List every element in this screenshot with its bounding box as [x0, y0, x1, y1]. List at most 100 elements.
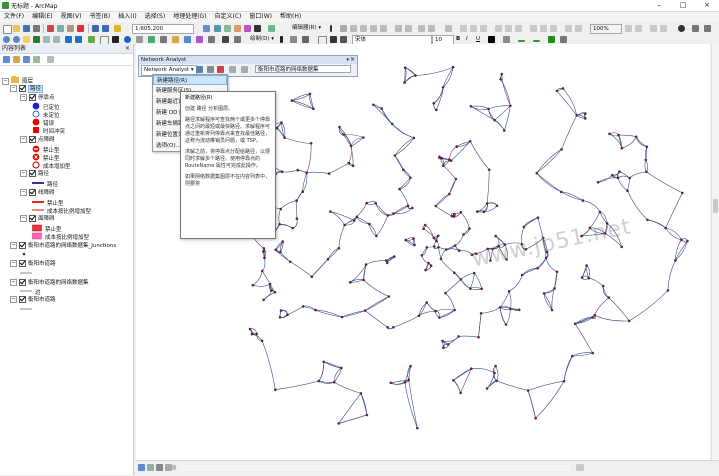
pause-drawing-icon[interactable]	[165, 464, 172, 471]
layout-icon-4[interactable]	[495, 25, 502, 32]
point-icon[interactable]	[380, 25, 387, 32]
cut-icon[interactable]	[47, 25, 54, 32]
expand-collapse-icon[interactable]: −	[2, 78, 9, 85]
save-icon[interactable]	[23, 25, 30, 32]
close-window-button[interactable]: ×	[696, 0, 718, 11]
toolbar2-icon-b[interactable]	[560, 36, 567, 43]
layout-icon-12[interactable]	[625, 25, 632, 32]
toc-close-icon[interactable]: ×	[125, 44, 130, 53]
fixed-zoom-out-icon[interactable]	[53, 36, 60, 43]
menu-selection[interactable]: 选择(S)	[141, 12, 170, 22]
menu-edit[interactable]: 编辑(E)	[28, 12, 56, 22]
measure-icon[interactable]	[160, 36, 167, 43]
menu-geoprocessing[interactable]: 地理处理(G)	[169, 12, 210, 22]
menu-file[interactable]: 文件(F)	[0, 12, 28, 22]
rectangle-tool-icon[interactable]	[302, 36, 309, 43]
bold-button[interactable]: B	[456, 35, 460, 44]
catalog-window-icon[interactable]	[224, 25, 231, 32]
vertical-scroll-thumb[interactable]	[713, 199, 718, 213]
time-slider-icon[interactable]	[196, 36, 203, 43]
create-features-icon[interactable]	[445, 25, 452, 32]
expand-collapse-icon[interactable]: −	[20, 189, 27, 196]
color-picker-icon[interactable]	[548, 36, 555, 43]
toc-layer-item[interactable]: −衡阳市道路的网络数据集_Junctions	[10, 242, 116, 250]
edit-tool-icon[interactable]	[330, 25, 332, 32]
menu-customize[interactable]: 自定义(C)	[211, 12, 246, 22]
expand-collapse-icon[interactable]: −	[20, 215, 27, 222]
network-analyst-pin-icon[interactable]: ▾	[346, 56, 349, 64]
layer-visibility-checkbox[interactable]	[29, 94, 36, 101]
layer-visibility-checkbox[interactable]	[29, 136, 36, 143]
layout-icon-3[interactable]	[480, 25, 487, 32]
straight-segment-icon[interactable]	[350, 25, 357, 32]
network-dataset-dropdown[interactable]: 衡阳市道路的网络数据集	[255, 65, 351, 73]
layout-icon-13[interactable]	[635, 25, 642, 32]
layout-icon-5[interactable]	[505, 25, 512, 32]
hyperlink-icon[interactable]	[172, 36, 179, 43]
layer-visibility-checkbox[interactable]	[29, 170, 36, 177]
full-extent-icon[interactable]	[33, 36, 40, 43]
toolbar2-icon-a[interactable]	[234, 36, 241, 43]
expand-collapse-icon[interactable]: −	[10, 242, 17, 249]
paste-icon[interactable]	[67, 25, 74, 32]
list-by-source-icon[interactable]	[13, 56, 20, 63]
layout-view-icon[interactable]	[147, 464, 154, 471]
split-tool-icon[interactable]	[395, 25, 402, 32]
modelbuilder-icon[interactable]	[268, 25, 275, 32]
edit-annotation-icon[interactable]	[340, 25, 347, 32]
toolbar-icon-end-1[interactable]	[692, 25, 699, 32]
editor-toolbar-icon[interactable]	[203, 25, 210, 32]
back-extent-icon[interactable]	[65, 36, 72, 43]
toc-layer-item[interactable]: −点障碍	[20, 136, 55, 144]
rotate-tool-icon[interactable]	[405, 25, 412, 32]
text-tool-dropdown-icon[interactable]	[340, 36, 347, 43]
layout-icon-11[interactable]	[575, 25, 582, 32]
layout-icon-6[interactable]	[515, 25, 522, 32]
expand-collapse-icon[interactable]: −	[20, 170, 27, 177]
directions-icon[interactable]	[241, 66, 248, 73]
copy-icon[interactable]	[57, 25, 64, 32]
delete-icon[interactable]	[77, 25, 84, 32]
viewer-window-icon[interactable]	[208, 36, 215, 43]
toc-layer-item[interactable]: −路径	[20, 170, 49, 178]
layout-icon-2[interactable]	[470, 25, 477, 32]
zoom-percent-dropdown[interactable]: 100%	[590, 24, 622, 34]
layout-icon-14[interactable]	[650, 25, 657, 32]
options-icon[interactable]	[47, 56, 54, 63]
menu-insert[interactable]: 插入(I)	[114, 12, 140, 22]
toc-window-icon[interactable]	[214, 25, 221, 32]
layer-visibility-checkbox[interactable]	[19, 260, 26, 267]
map-vertical-scrollbar[interactable]	[711, 44, 719, 460]
menu-windows[interactable]: 窗口(W)	[245, 12, 276, 22]
data-view-icon[interactable]	[138, 464, 145, 471]
rotate-element-icon[interactable]	[290, 36, 297, 43]
search-window-icon[interactable]	[234, 25, 241, 32]
layout-icon-1[interactable]	[460, 25, 467, 32]
minimize-button[interactable]: –	[648, 0, 670, 11]
expand-collapse-icon[interactable]: −	[10, 85, 17, 92]
horizontal-scroll-track[interactable]	[180, 465, 570, 471]
end-point-arc-icon[interactable]	[360, 25, 367, 32]
layout-icon-10[interactable]	[565, 25, 572, 32]
open-icon[interactable]	[13, 25, 20, 32]
underline-button[interactable]: U	[476, 35, 480, 44]
create-network-location-icon[interactable]	[207, 66, 214, 73]
refresh-view-icon[interactable]	[156, 464, 163, 471]
text-tool-icon[interactable]	[330, 36, 337, 43]
network-analyst-close-icon[interactable]: ×	[350, 56, 355, 64]
expand-collapse-icon[interactable]: −	[20, 94, 27, 101]
select-network-location-icon[interactable]	[217, 66, 224, 73]
redo-icon[interactable]	[102, 25, 109, 32]
fill-color-icon[interactable]	[503, 36, 510, 43]
layer-visibility-checkbox[interactable]	[29, 189, 36, 196]
layout-icon-7[interactable]	[530, 25, 537, 32]
select-features-icon[interactable]	[88, 36, 95, 43]
attributes-icon[interactable]	[418, 25, 425, 32]
scroll-left-icon[interactable]	[172, 465, 176, 470]
print-icon[interactable]	[33, 25, 40, 32]
find-icon[interactable]	[136, 36, 143, 43]
layer-visibility-checkbox[interactable]	[29, 215, 36, 222]
arctoolbox-icon[interactable]	[244, 25, 251, 32]
fixed-zoom-in-icon[interactable]	[43, 36, 50, 43]
zoom-in-icon[interactable]	[3, 36, 10, 43]
